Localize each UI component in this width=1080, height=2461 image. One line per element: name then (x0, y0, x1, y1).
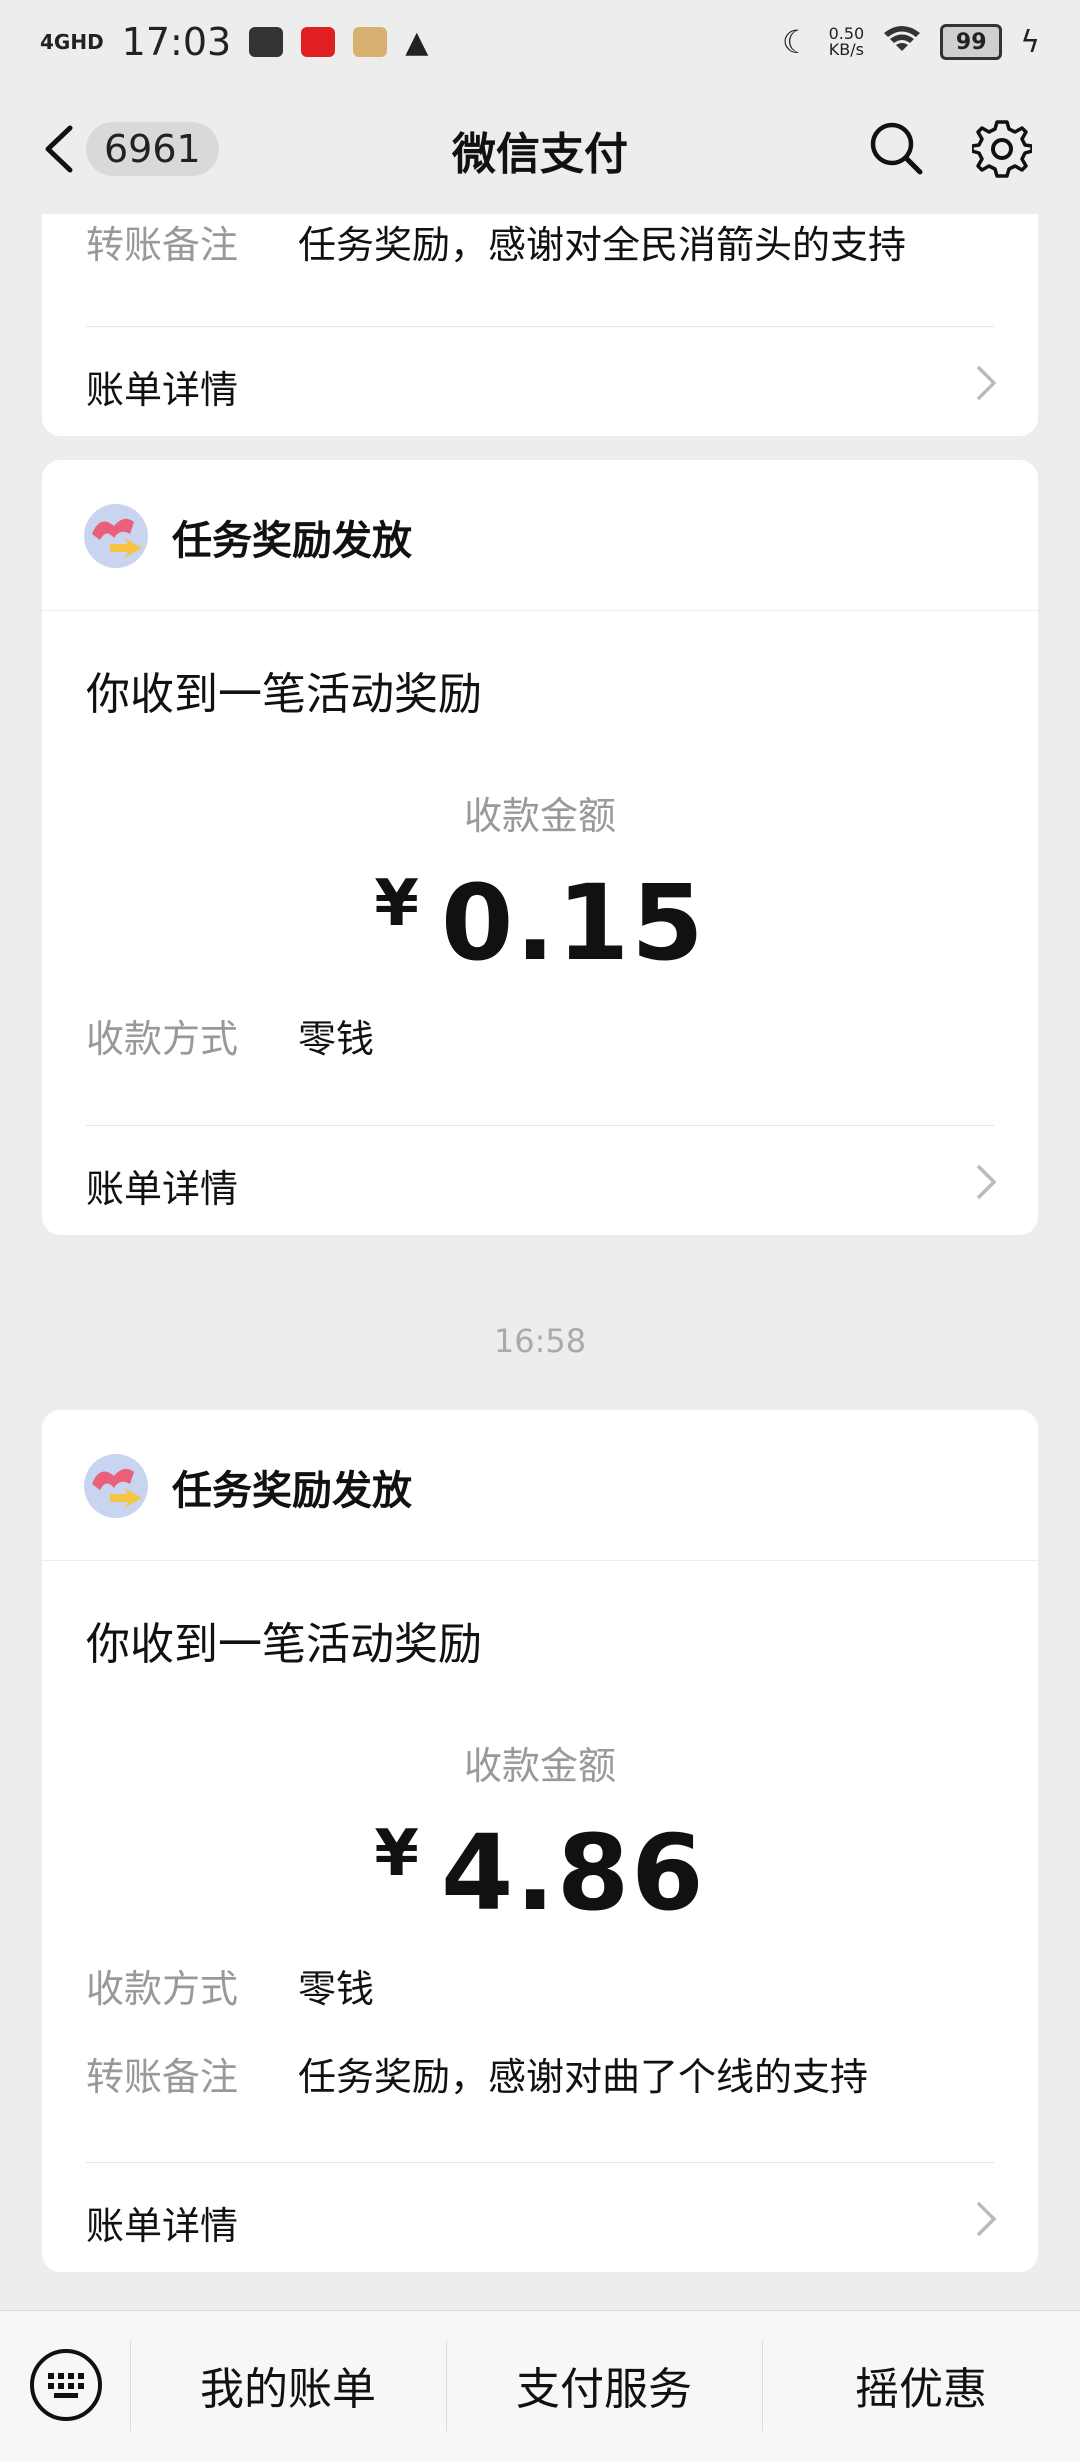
reward-logo-icon (84, 504, 148, 568)
payment-card-partial: 转账备注 任务奖励，感谢对全民消箭头的支持 账单详情 (42, 214, 1038, 436)
amount-number: 0.15 (440, 862, 706, 984)
payment-method-label: 收款方式 (86, 1967, 239, 2011)
transfer-note-label: 转账备注 (86, 2055, 239, 2099)
moon-icon: ☾ (781, 23, 811, 61)
transfer-note-value: 任务奖励，感谢对全民消箭头的支持 (298, 223, 907, 267)
bill-details-link[interactable]: 账单详情 (86, 2195, 238, 2250)
card-headline: 你收到一笔活动奖励 (86, 1619, 482, 1670)
card-header[interactable]: 任务奖励发放 (42, 1410, 1038, 1561)
menu-shake-discounts[interactable]: 摇优惠 (762, 2353, 1080, 2417)
currency-symbol: ¥ (374, 1817, 421, 1891)
app-notification-icon-badge (353, 27, 388, 57)
amount-value: ¥4.86 (42, 1812, 1038, 1934)
status-left: 4GHD 17:03 ▲ (40, 20, 428, 64)
wifi-icon (882, 20, 922, 64)
payment-method-value: 零钱 (298, 1017, 375, 1061)
status-right: ☾ 0.50 KB/s 99 ϟ (782, 20, 1040, 64)
payment-method-value: 零钱 (298, 1967, 375, 2011)
transfer-note-label: 转账备注 (86, 223, 239, 267)
network-indicator: 4GHD (40, 30, 104, 54)
warning-icon: ▲ (405, 24, 429, 60)
card-header[interactable]: 任务奖励发放 (42, 460, 1038, 611)
card-headline: 你收到一笔活动奖励 (86, 669, 482, 720)
amount-number: 4.86 (440, 1812, 706, 1934)
merchant-name: 任务奖励发放 (172, 518, 412, 564)
merchant-name: 任务奖励发放 (172, 1468, 412, 1514)
message-timestamp: 16:58 (493, 1322, 587, 1360)
transfer-note-value: 任务奖励，感谢对曲了个线的支持 (298, 2055, 869, 2099)
chevron-right-icon (976, 1164, 997, 1200)
bottom-menu-bar: 我的账单 支付服务 摇优惠 (0, 2310, 1080, 2461)
bill-details-link[interactable]: 账单详情 (86, 1158, 238, 1213)
reward-logo-icon (84, 1454, 148, 1518)
status-bar: 4GHD 17:03 ▲ ☾ 0.50 KB/s 99 ϟ (0, 0, 1080, 84)
gear-icon[interactable] (972, 118, 1032, 178)
bill-details-row[interactable]: 账单详情 (42, 327, 1038, 436)
net-speed-unit: KB/s (828, 40, 864, 59)
charging-icon: ϟ (1020, 24, 1040, 60)
menu-payment-services[interactable]: 支付服务 (446, 2353, 762, 2417)
amount-value: ¥0.15 (42, 862, 1038, 984)
status-time: 17:03 (121, 20, 232, 64)
bill-details-row[interactable]: 账单详情 (42, 2163, 1038, 2272)
nav-bar: 6961 微信支付 (0, 84, 1080, 214)
bill-details-row[interactable]: 账单详情 (42, 1126, 1038, 1235)
battery-indicator: 99 (940, 24, 1003, 60)
app-notification-icon-red (301, 27, 336, 57)
amount-label: 收款金额 (463, 794, 616, 838)
chevron-right-icon (976, 2201, 997, 2237)
app-notification-icon (249, 27, 284, 57)
payment-card: 任务奖励发放 你收到一笔活动奖励 收款金额 ¥0.15 收款方式 零钱 账单详情 (42, 460, 1038, 1235)
net-speed: 0.50 KB/s (829, 26, 865, 58)
bill-details-link[interactable]: 账单详情 (86, 359, 238, 414)
keyboard-icon[interactable] (28, 2347, 104, 2423)
chevron-right-icon (976, 365, 997, 401)
amount-label: 收款金额 (463, 1744, 616, 1788)
payment-method-label: 收款方式 (86, 1017, 239, 1061)
search-icon[interactable] (868, 120, 924, 176)
menu-my-bills[interactable]: 我的账单 (130, 2353, 446, 2417)
payment-card: 任务奖励发放 你收到一笔活动奖励 收款金额 ¥4.86 收款方式 零钱 转账备注… (42, 1410, 1038, 2272)
currency-symbol: ¥ (374, 867, 421, 941)
